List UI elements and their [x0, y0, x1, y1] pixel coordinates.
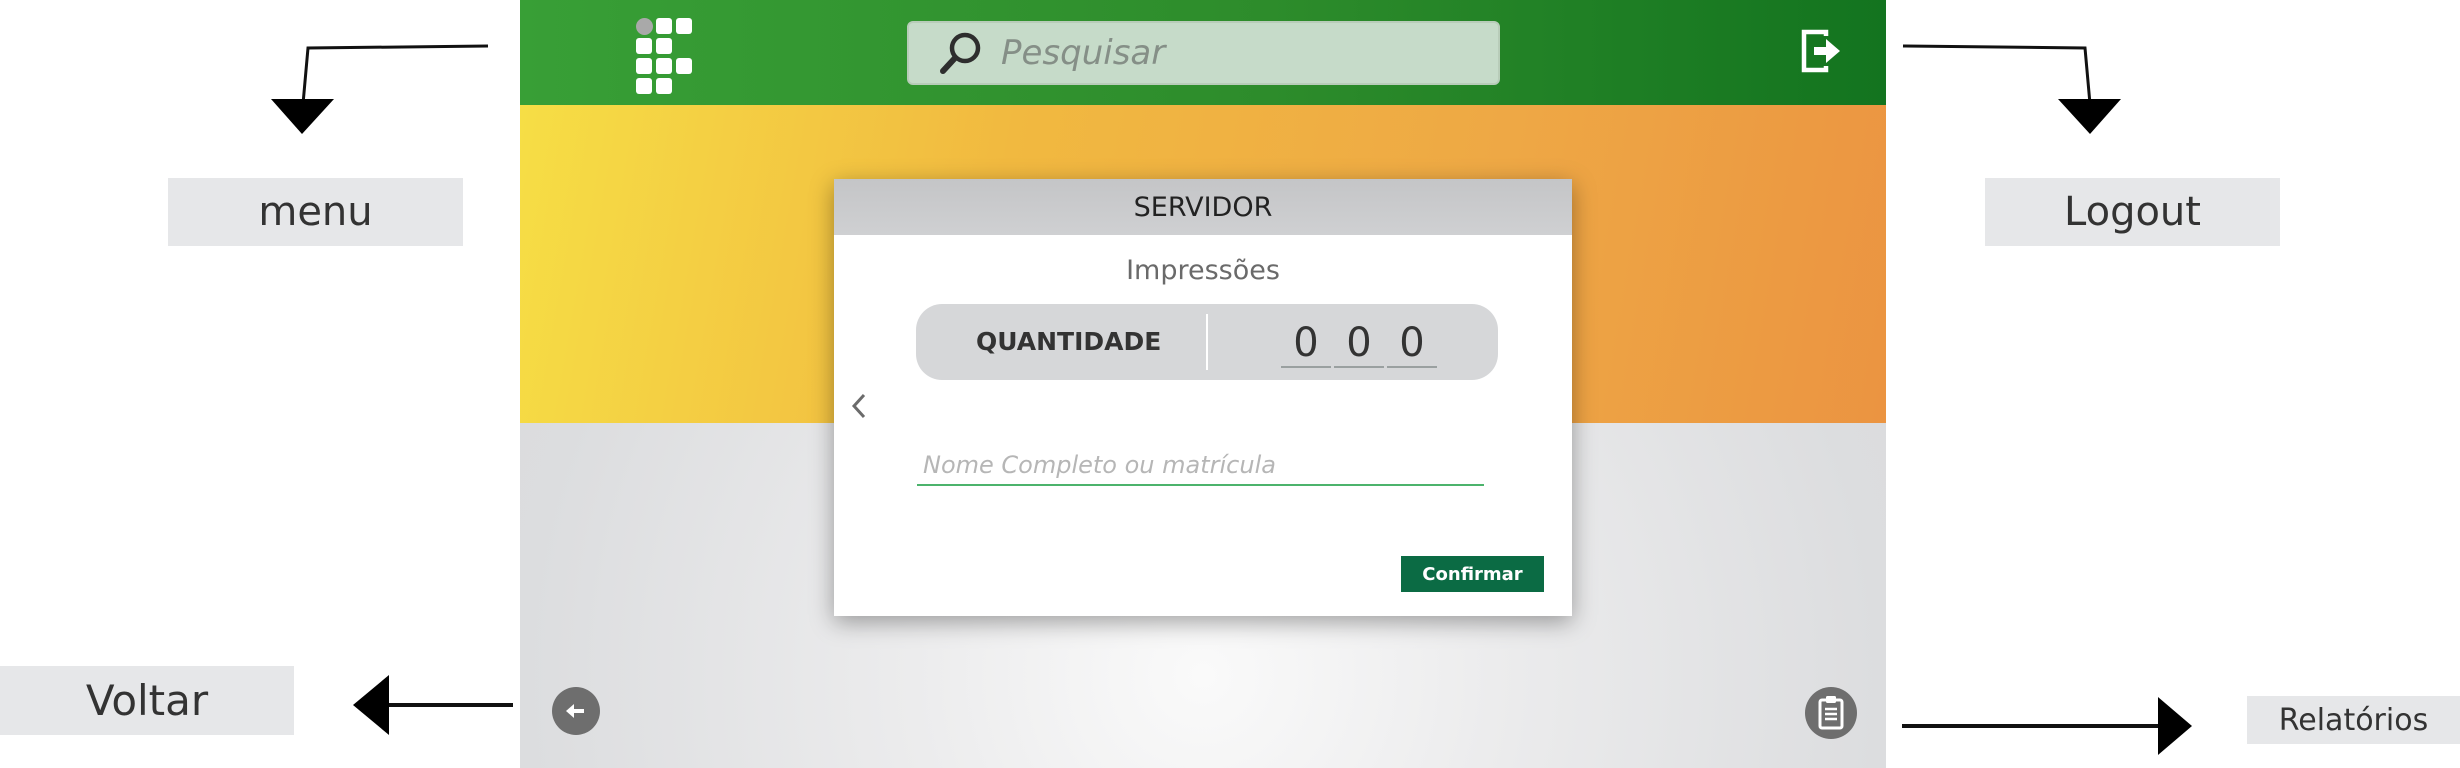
logo-dot: [636, 18, 653, 35]
chevron-left-icon[interactable]: [848, 389, 870, 423]
menu-arrow: [301, 44, 489, 105]
servidor-card: SERVIDOR Impressões QUANTIDADE 0 0 0 Con…: [834, 179, 1572, 616]
quantity-digit-tens[interactable]: 0: [1334, 318, 1384, 368]
back-button[interactable]: [552, 687, 600, 735]
logout-icon[interactable]: [1800, 28, 1844, 74]
voltar-arrowhead: [353, 675, 389, 735]
quantity-box: QUANTIDADE 0 0 0: [916, 304, 1498, 380]
quantity-label: QUANTIDADE: [976, 327, 1162, 356]
search-placeholder: Pesquisar: [1001, 33, 1166, 73]
clipboard-icon: [1818, 696, 1844, 730]
reports-button[interactable]: [1805, 687, 1857, 739]
annotation-logout: Logout: [1985, 178, 2280, 246]
menu-logo-icon[interactable]: [636, 18, 696, 94]
search-icon: [940, 32, 981, 74]
quantity-divider: [1206, 314, 1208, 370]
back-arrow-icon: [566, 704, 584, 718]
confirm-button[interactable]: Confirmar: [1401, 556, 1544, 592]
top-bar: Pesquisar: [520, 0, 1886, 105]
relatorios-arrowhead: [2158, 697, 2192, 755]
page: menu Logout Voltar Relatórios Pesquisar …: [0, 0, 2460, 768]
name-or-registration-input[interactable]: [917, 446, 1484, 486]
card-subtitle: Impressões: [1126, 255, 1280, 286]
annotation-voltar: Voltar: [0, 666, 294, 735]
annotation-relatorios: Relatórios: [2247, 696, 2460, 744]
quantity-digit-units[interactable]: 0: [1387, 318, 1437, 368]
menu-arrowhead: [271, 99, 334, 134]
search-bar[interactable]: Pesquisar: [907, 21, 1500, 85]
app-screen: Pesquisar SERVIDOR Impressões QUANTIDADE…: [520, 0, 1886, 768]
logout-arrowhead: [2058, 99, 2121, 134]
annotation-menu: menu: [168, 178, 463, 246]
logout-arrow: [1902, 44, 2092, 105]
quantity-digit-hundreds[interactable]: 0: [1281, 318, 1331, 368]
card-title: SERVIDOR: [834, 179, 1572, 235]
